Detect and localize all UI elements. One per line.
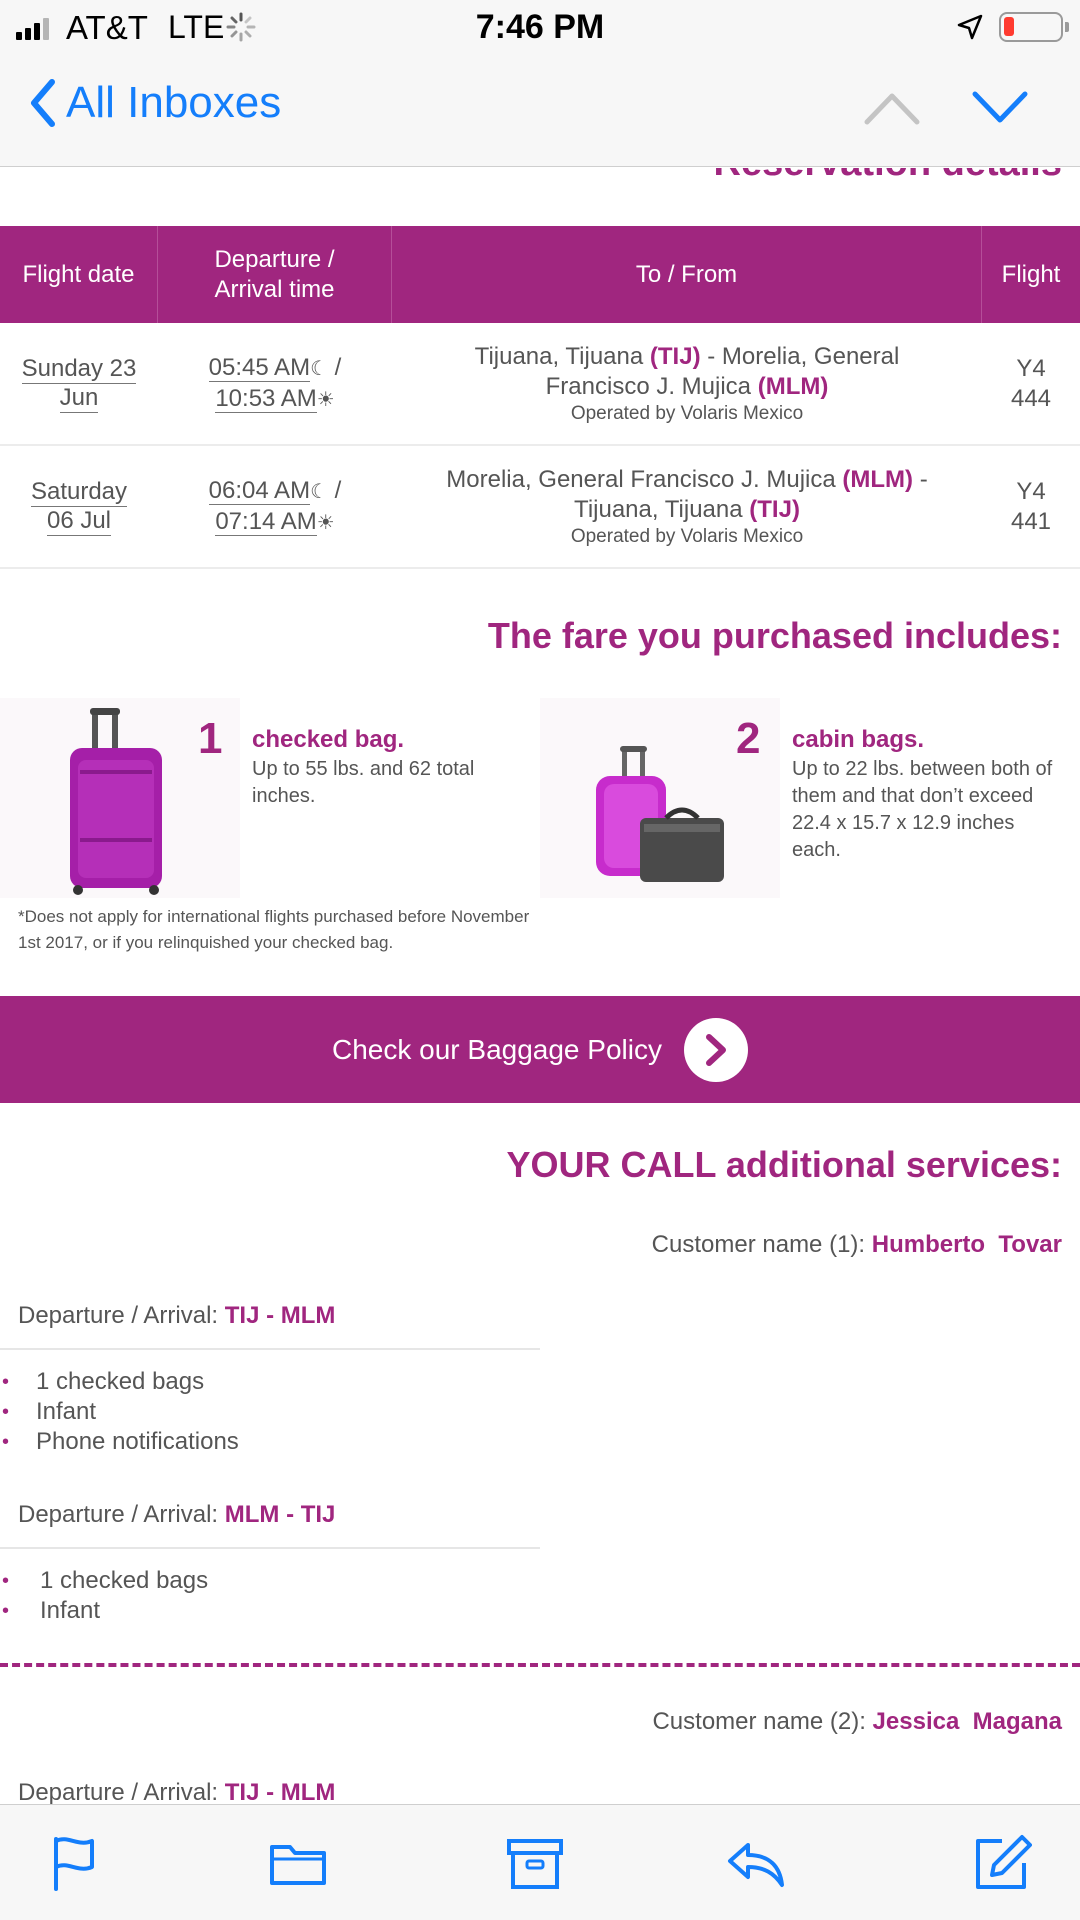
divider	[0, 1547, 540, 1549]
customer-separator	[0, 1663, 1080, 1667]
flight-date-line[interactable]: Jun	[59, 384, 99, 413]
customer-name: Humberto Tovar	[871, 1231, 1062, 1258]
header-times: Departure / Arrival time	[158, 226, 392, 323]
leg-route: MLM - TIJ	[224, 1501, 336, 1528]
customer-name-line: Customer name (2): Jessica Magana	[652, 1708, 1062, 1735]
previous-message-button[interactable]	[863, 88, 921, 128]
flight-date-cell: Saturday 06 Jul	[0, 446, 158, 567]
moon-icon: ☾	[310, 480, 328, 503]
reply-icon[interactable]	[726, 1833, 786, 1893]
route-origin-code: (MLM)	[842, 465, 914, 493]
leg-route-line: Departure / Arrival: TIJ - MLM	[18, 1302, 336, 1329]
times-cell: 05:45 AM☾ / 10:53 AM☀	[208, 353, 342, 413]
route-origin: Tijuana, Tijuana	[474, 342, 644, 370]
route-origin-code: (TIJ)	[649, 342, 701, 370]
chevron-left-icon	[31, 79, 55, 127]
clock-label: 7:46 PM	[475, 8, 605, 46]
chevron-right-icon	[683, 1017, 748, 1082]
email-body[interactable]: Reservation details Flight date Departur…	[0, 168, 1080, 1804]
arrival-time[interactable]: 10:53 AM	[215, 384, 317, 413]
leg-route: TIJ - MLM	[224, 1302, 336, 1329]
leg-route: TIJ - MLM	[224, 1779, 336, 1804]
baggage-policy-label: Check our Baggage Policy	[332, 1033, 662, 1065]
fare-includes-heading: The fare you purchased includes:	[487, 615, 1062, 656]
list-item: • Infant	[2, 1398, 97, 1425]
departure-time[interactable]: 05:45 AM	[208, 353, 311, 382]
customer-name: Jessica Magana	[872, 1708, 1062, 1735]
times-cell: 06:04 AM☾ / 07:14 AM☀	[208, 476, 342, 536]
flights-table: Flight date Departure / Arrival time To …	[0, 226, 1080, 569]
table-header: Flight date Departure / Arrival time To …	[0, 226, 1080, 323]
route-destination-code: (TIJ)	[749, 495, 800, 523]
header-route: To / From	[392, 226, 982, 323]
sun-icon: ☀	[316, 511, 335, 534]
flight-number-cell: Y4 441	[1010, 477, 1052, 535]
back-to-inboxes-button[interactable]: All Inboxes	[30, 78, 281, 128]
flight-date-line[interactable]: Sunday 23	[21, 355, 137, 384]
back-button-label: All Inboxes	[66, 78, 282, 127]
operated-by-label: Operated by Volaris Mexico	[570, 525, 804, 547]
checked-bag-count: 1	[198, 714, 223, 763]
location-arrow-icon	[957, 14, 983, 40]
checked-bag-description: Up to 55 lbs. and 62 total inches.	[252, 758, 475, 807]
baggage-disclaimer: *Does not apply for international flight…	[18, 907, 530, 952]
mail-nav-bar: All Inboxes	[0, 54, 1080, 167]
cabin-bags-block: 2 cabin bags. Up to 22 lbs. between both…	[540, 698, 1080, 898]
route-origin: Morelia, General Francisco J. Mujica	[446, 465, 836, 493]
additional-services-heading: YOUR CALL additional services:	[506, 1144, 1062, 1185]
list-item: • 1 checked bags	[2, 1567, 209, 1594]
route-cell: Morelia, General Francisco J. Mujica (ML…	[446, 465, 928, 547]
status-bar: AT&T LTE 7:46 PM	[0, 0, 1080, 54]
baggage-policy-button[interactable]: Check our Baggage Policy	[0, 996, 1080, 1103]
flag-icon[interactable]	[46, 1833, 106, 1893]
customer-name-line: Customer name (1): Humberto Tovar	[651, 1231, 1062, 1258]
arrival-time[interactable]: 07:14 AM	[215, 507, 317, 536]
folder-icon[interactable]	[268, 1833, 328, 1893]
route-destination: Tijuana, Tijuana	[574, 495, 743, 523]
services-list: • 1 checked bags • Infant • Phone notificat…	[0, 1367, 239, 1457]
compose-icon[interactable]	[972, 1833, 1032, 1893]
cabin-bags-description: Up to 22 lbs. between both of them and t…	[792, 758, 1053, 861]
operated-by-label: Operated by Volaris Mexico	[570, 402, 804, 424]
battery-level	[1004, 17, 1014, 36]
flight-date-line[interactable]: Saturday	[30, 478, 128, 507]
divider	[0, 1348, 540, 1350]
departure-time[interactable]: 06:04 AM	[208, 476, 311, 505]
mail-toolbar	[0, 1804, 1080, 1920]
moon-icon: ☾	[310, 357, 328, 380]
table-row: Sunday 23 Jun 05:45 AM☾ / 10:53 AM☀ Tiju…	[0, 323, 1080, 446]
table-row: Saturday 06 Jul 06:04 AM☾ / 07:14 AM☀ Mo…	[0, 446, 1080, 569]
flight-date-line[interactable]: 06 Jul	[46, 507, 112, 536]
battery-icon	[999, 12, 1069, 42]
sun-icon: ☀	[316, 388, 335, 411]
checked-bag-title: checked bag.	[252, 726, 405, 753]
list-item: • Phone notifications	[2, 1428, 239, 1455]
next-message-button[interactable]	[971, 88, 1029, 128]
reservation-details-heading: Reservation details	[714, 168, 1062, 185]
checked-bag-block: 1 checked bag. Up to 55 lbs. and 62 tota…	[0, 698, 540, 898]
leg-route-line: Departure / Arrival: TIJ - MLM	[18, 1779, 336, 1804]
cabin-bags-title: cabin bags.	[792, 726, 925, 753]
route-destination-code: (MLM)	[757, 372, 829, 400]
flight-date-cell: Sunday 23 Jun	[0, 323, 158, 444]
list-item: • 1 checked bags	[2, 1368, 205, 1395]
cabin-bags-count: 2	[736, 714, 761, 763]
leg-route-line: Departure / Arrival: MLM - TIJ	[18, 1501, 336, 1528]
list-item: • Infant	[2, 1597, 101, 1624]
header-flight: Flight	[1001, 260, 1061, 288]
flight-number-cell: Y4 444	[1010, 354, 1052, 412]
archive-icon[interactable]	[505, 1833, 565, 1893]
route-cell: Tijuana, Tijuana (TIJ) - Morelia, Genera…	[474, 342, 900, 424]
header-flight-date: Flight date	[0, 226, 158, 323]
services-list: • 1 checked bags • Infant	[0, 1566, 208, 1626]
